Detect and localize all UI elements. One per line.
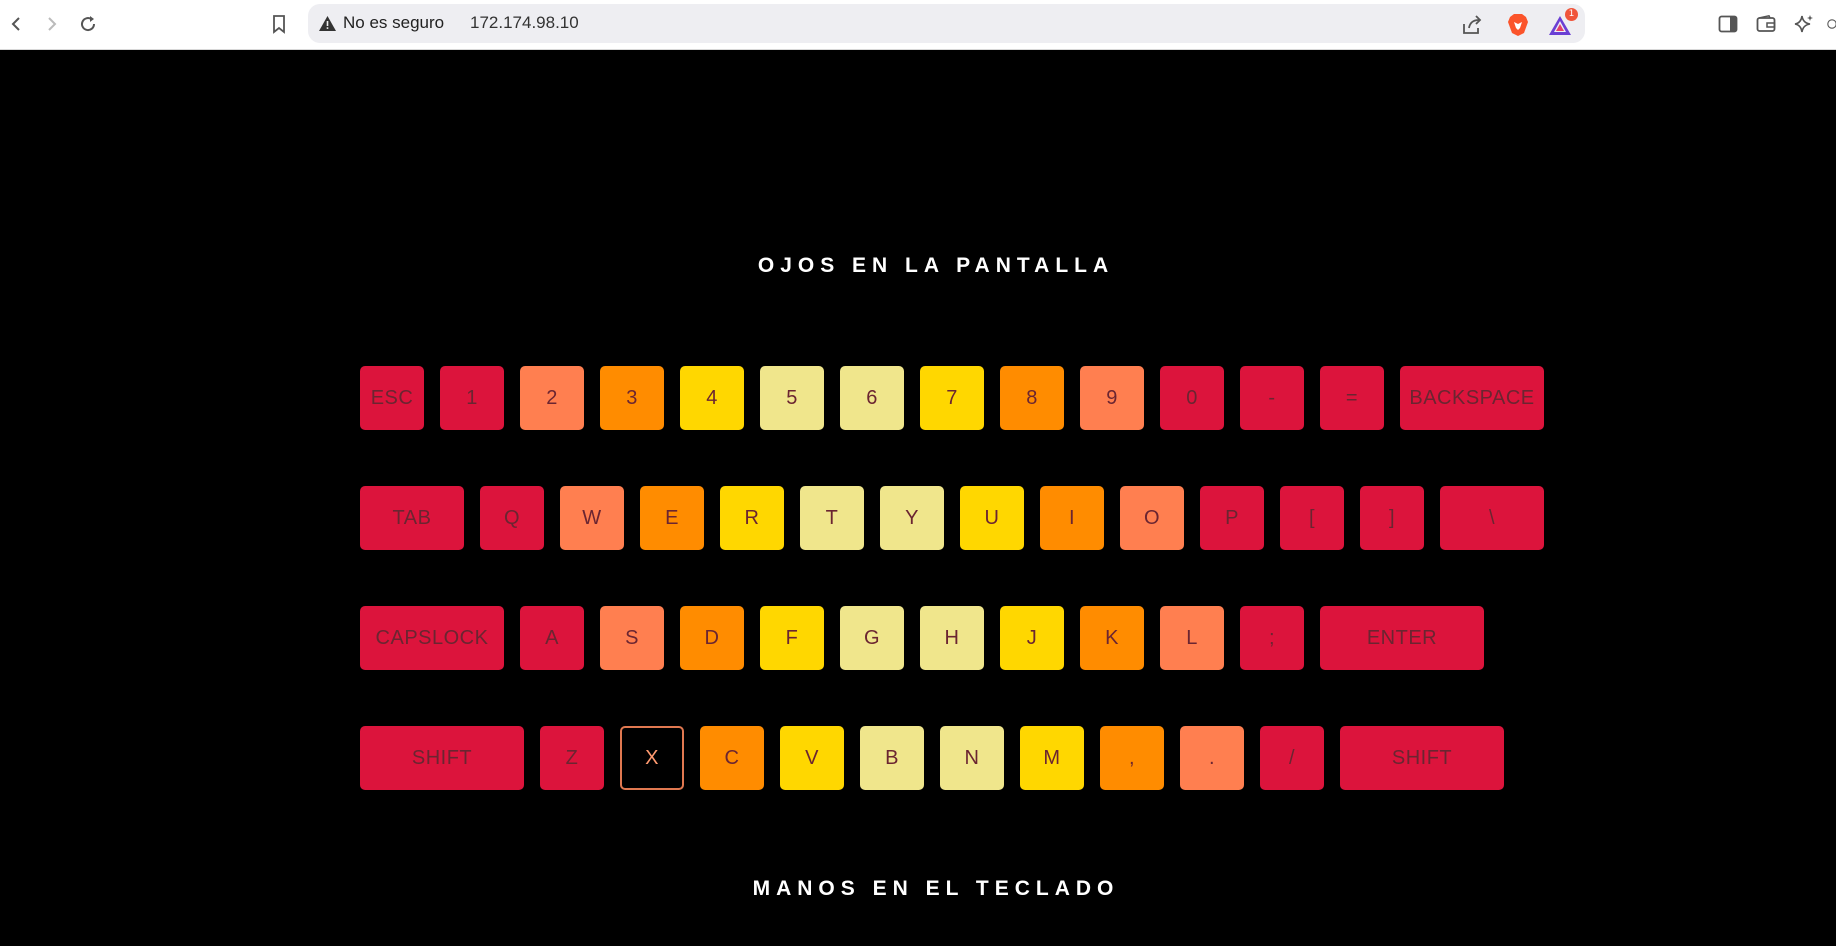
key-k[interactable]: K [1080,606,1144,670]
key-t[interactable]: T [800,486,864,550]
url-text[interactable]: 172.174.98.10 [470,13,579,33]
sparkle-icon [1794,15,1813,33]
key-i[interactable]: I [1040,486,1104,550]
key-3[interactable]: 3 [600,366,664,430]
key-a[interactable]: A [520,606,584,670]
key-u[interactable]: U [960,486,1024,550]
security-label[interactable]: No es seguro [343,13,444,33]
key-f[interactable]: F [760,606,824,670]
key-sym11[interactable]: - [1240,366,1304,430]
key-d[interactable]: D [680,606,744,670]
key-enter[interactable]: ENTER [1320,606,1484,670]
reload-icon [81,16,96,32]
key-q[interactable]: Q [480,486,544,550]
key-esc[interactable]: ESC [360,366,424,430]
key-4[interactable]: 4 [680,366,744,430]
key-x[interactable]: X [620,726,684,790]
bookmark-icon [273,15,285,34]
key-z[interactable]: Z [540,726,604,790]
key-m[interactable]: M [1020,726,1084,790]
key-1[interactable]: 1 [440,366,504,430]
key-2[interactable]: 2 [520,366,584,430]
key-capslock[interactable]: CAPSLOCK [360,606,504,670]
key-h[interactable]: H [920,606,984,670]
key-sym10[interactable]: / [1260,726,1324,790]
key-p[interactable]: P [1200,486,1264,550]
forward-button[interactable] [38,10,66,38]
key-o[interactable]: O [1120,486,1184,550]
key-7[interactable]: 7 [920,366,984,430]
reload-button[interactable] [74,10,102,38]
chevron-right-icon [48,17,57,31]
key-0[interactable]: 0 [1160,366,1224,430]
key-shift[interactable]: SHIFT [1340,726,1504,790]
warning-icon [319,16,336,31]
wallet-icon [1756,15,1776,32]
key-s[interactable]: S [600,606,664,670]
key-8[interactable]: 8 [1000,366,1064,430]
bookmark-button[interactable] [265,10,293,38]
back-button[interactable] [2,10,30,38]
brave-shields-button[interactable] [1506,13,1530,37]
key-j[interactable]: J [1000,606,1064,670]
key-l[interactable]: L [1160,606,1224,670]
brave-lion-icon [1508,14,1528,36]
key-r[interactable]: R [720,486,784,550]
wallet-button[interactable] [1752,10,1780,38]
key-sym11[interactable]: [ [1280,486,1344,550]
key-w[interactable]: W [560,486,624,550]
key-g[interactable]: G [840,606,904,670]
key-b[interactable]: B [860,726,924,790]
key-e[interactable]: E [640,486,704,550]
key-n[interactable]: N [940,726,1004,790]
key-6[interactable]: 6 [840,366,904,430]
sidebar-button[interactable] [1714,10,1742,38]
key-tab[interactable]: TAB [360,486,464,550]
leo-ai-button[interactable] [1790,10,1818,38]
key-sym12[interactable]: = [1320,366,1384,430]
key-shift[interactable]: SHIFT [360,726,524,790]
notification-badge: 1 [1565,8,1578,21]
share-icon [1463,15,1482,34]
key-sym9[interactable]: . [1180,726,1244,790]
key-v[interactable]: V [780,726,844,790]
key-9[interactable]: 9 [1080,366,1144,430]
key-y[interactable]: Y [880,486,944,550]
key-backspace[interactable]: BACKSPACE [1400,366,1544,430]
key-c[interactable]: C [700,726,764,790]
key-5[interactable]: 5 [760,366,824,430]
brave-rewards-button[interactable]: 1 [1548,8,1578,37]
sidebar-icon [1718,15,1738,33]
share-button[interactable] [1460,13,1484,37]
top-heading: OJOS EN LA PANTALLA [757,254,1115,277]
key-sym8[interactable]: , [1100,726,1164,790]
menu-icon [1827,19,1836,29]
chevron-left-icon [11,17,20,31]
bottom-heading: MANOS EN EL TECLADO [752,877,1120,900]
address-bar[interactable]: No es seguro 172.174.98.10 1 [308,4,1585,43]
key-sym13[interactable]: \ [1440,486,1544,550]
key-sym12[interactable]: ] [1360,486,1424,550]
key-sym10[interactable]: ; [1240,606,1304,670]
menu-button[interactable] [1826,10,1836,38]
browser-toolbar: No es seguro 172.174.98.10 1 [0,0,1836,50]
